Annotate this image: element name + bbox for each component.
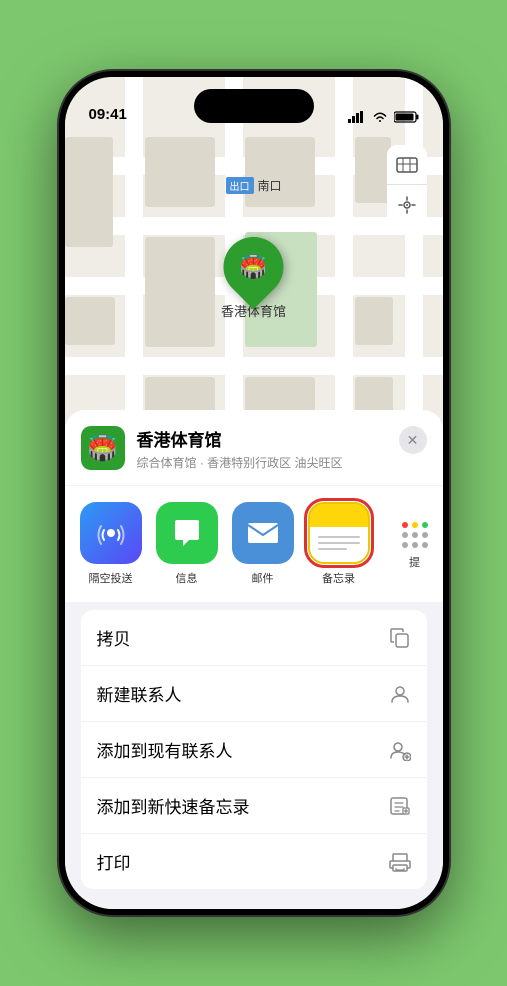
map-road — [65, 357, 443, 375]
location-icon — [398, 196, 416, 214]
battery-icon — [394, 111, 419, 123]
dynamic-island — [194, 89, 314, 123]
map-block — [65, 137, 113, 247]
add-existing-icon — [389, 739, 411, 761]
map-block — [145, 137, 215, 207]
phone-frame: 09:41 — [59, 71, 449, 915]
mail-svg — [246, 521, 280, 545]
map-block — [245, 137, 315, 207]
map-type-button[interactable] — [387, 145, 427, 185]
dot-red — [402, 522, 408, 528]
phone-screen: 09:41 — [65, 77, 443, 909]
pin-circle: 🏟️ — [211, 225, 296, 310]
action-print[interactable]: 打印 — [81, 834, 427, 889]
dot-gray — [402, 532, 408, 538]
mail-icon — [232, 502, 294, 564]
share-item-mail[interactable]: 邮件 — [233, 502, 293, 586]
print-icon — [389, 851, 411, 873]
map-nankou-label: 出口 南口 — [225, 177, 281, 194]
action-copy[interactable]: 拷贝 — [81, 610, 427, 666]
dot-yellow — [412, 522, 418, 528]
location-header: 🏟️ 香港体育馆 综合体育馆 · 香港特别行政区 油尖旺区 ✕ — [65, 410, 443, 485]
dot-gray — [402, 542, 408, 548]
messages-svg — [171, 518, 203, 548]
copy-icon — [389, 627, 411, 649]
map-block — [355, 297, 393, 345]
share-row: 隔空投送 信息 — [65, 486, 443, 602]
action-new-contact-label: 新建联系人 — [97, 681, 182, 706]
dot-gray — [412, 532, 418, 538]
status-time: 09:41 — [89, 106, 127, 123]
note-line — [318, 542, 360, 544]
dot-row-1 — [402, 522, 428, 528]
notes-label: 备忘录 — [322, 570, 355, 586]
notes-lines — [318, 536, 360, 550]
mail-label: 邮件 — [252, 570, 274, 586]
map-block — [355, 137, 391, 203]
notes-icon — [308, 502, 370, 564]
share-item-airdrop[interactable]: 隔空投送 — [81, 502, 141, 586]
dot-gray — [422, 542, 428, 548]
note-line — [318, 536, 360, 538]
airdrop-label: 隔空投送 — [89, 570, 133, 586]
share-item-notes[interactable]: 备忘录 — [309, 502, 369, 586]
map-block — [145, 237, 215, 347]
dot-gray — [412, 542, 418, 548]
pin-inner: 🏟️ — [229, 243, 277, 291]
action-add-existing-label: 添加到现有联系人 — [97, 737, 233, 762]
bottom-sheet: 🏟️ 香港体育馆 综合体育馆 · 香港特别行政区 油尖旺区 ✕ — [65, 410, 443, 909]
dot-gray — [422, 532, 428, 538]
location-description: 综合体育馆 · 香港特别行政区 油尖旺区 — [137, 454, 387, 471]
action-copy-label: 拷贝 — [97, 625, 131, 650]
note-line — [318, 548, 347, 550]
quick-note-icon — [389, 795, 411, 817]
location-button[interactable] — [387, 185, 427, 225]
close-icon: ✕ — [407, 432, 419, 449]
more-dots — [402, 502, 428, 548]
location-info: 香港体育馆 综合体育馆 · 香港特别行政区 油尖旺区 — [137, 426, 387, 471]
close-button[interactable]: ✕ — [399, 426, 427, 454]
status-icons — [348, 111, 419, 123]
messages-icon — [156, 502, 218, 564]
map-block — [65, 297, 115, 345]
share-item-messages[interactable]: 信息 — [157, 502, 217, 586]
location-name: 香港体育馆 — [137, 426, 387, 451]
wifi-icon — [372, 111, 388, 123]
airdrop-icon — [80, 502, 142, 564]
airdrop-svg — [96, 518, 126, 548]
action-quick-note[interactable]: 添加到新快速备忘录 — [81, 778, 427, 834]
action-add-existing[interactable]: 添加到现有联系人 — [81, 722, 427, 778]
location-pin: 🏟️ 香港体育馆 — [221, 237, 286, 320]
new-contact-icon — [389, 683, 411, 705]
map-exit-text: 南口 — [257, 177, 281, 194]
dot-row-2 — [402, 532, 428, 538]
signal-icon — [348, 111, 366, 123]
dot-green — [422, 522, 428, 528]
messages-label: 信息 — [176, 570, 198, 586]
map-controls — [387, 145, 427, 225]
more-label: 提 — [409, 554, 420, 570]
map-exit-tag: 出口 — [225, 177, 253, 194]
action-quick-note-label: 添加到新快速备忘录 — [97, 793, 250, 818]
dot-row-3 — [402, 542, 428, 548]
map-icon — [396, 154, 418, 176]
location-icon-emoji: 🏟️ — [88, 434, 118, 463]
action-print-label: 打印 — [97, 849, 131, 874]
action-list: 拷贝 新建联系人 添加到现有联系人 — [81, 610, 427, 889]
location-icon-badge: 🏟️ — [81, 426, 125, 470]
share-item-more[interactable]: 提 — [385, 502, 443, 570]
action-new-contact[interactable]: 新建联系人 — [81, 666, 427, 722]
